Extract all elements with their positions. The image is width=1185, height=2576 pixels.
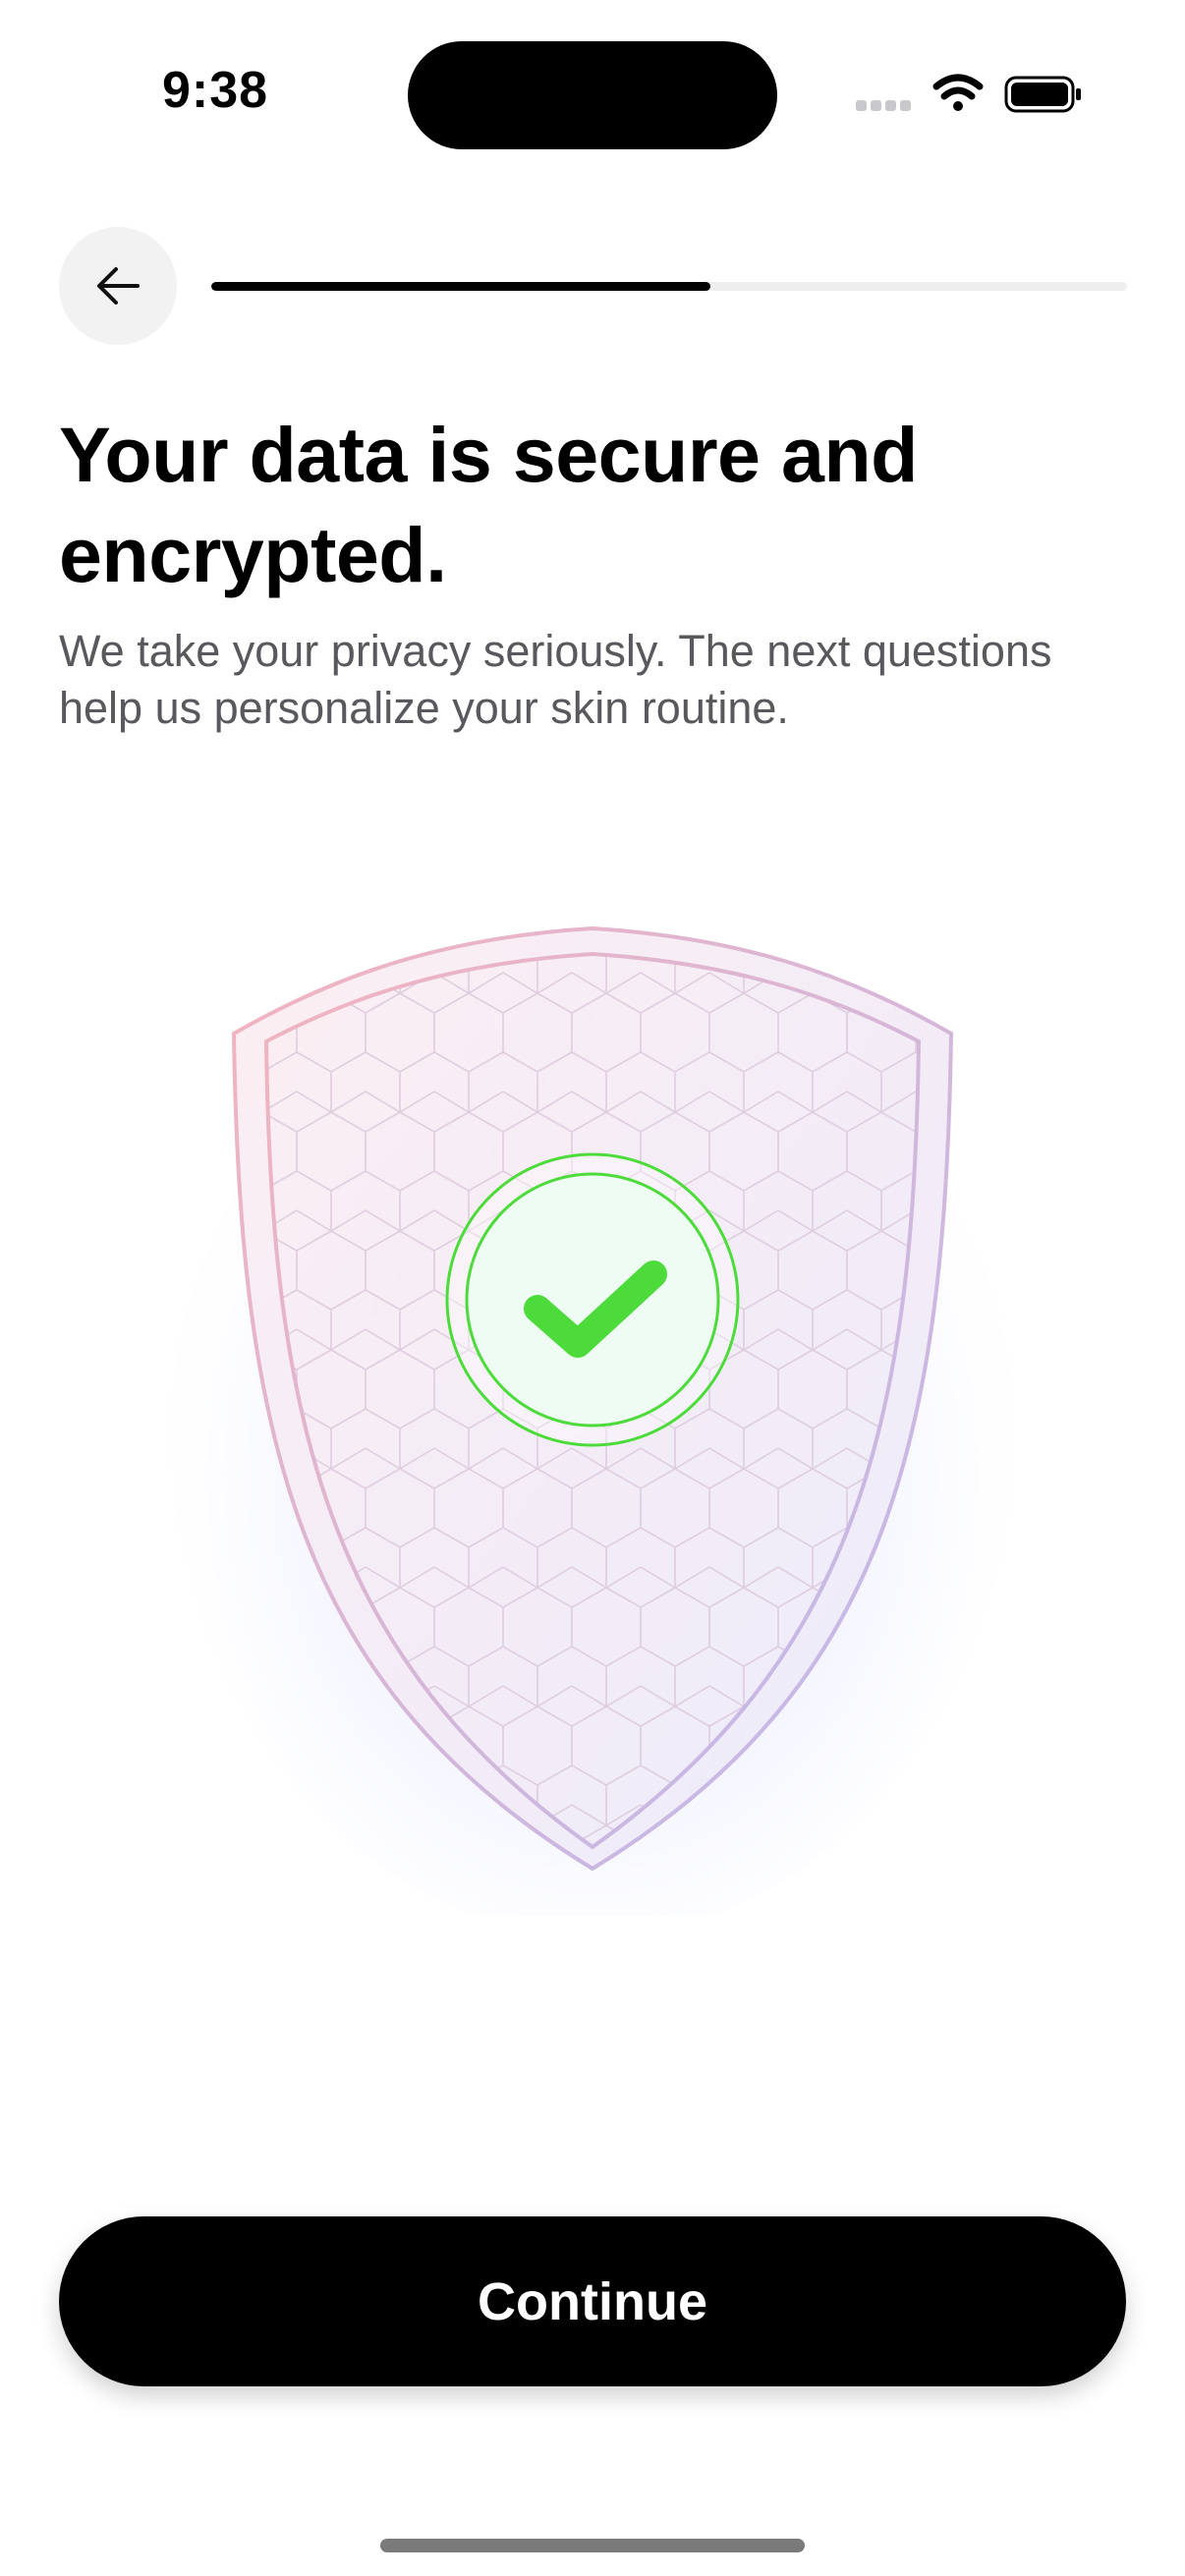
arrow-left-icon	[97, 267, 140, 305]
page-title: Your data is secure and encrypted.	[59, 411, 918, 598]
continue-button[interactable]: Continue	[59, 2216, 1126, 2386]
secure-shield-illustration	[167, 874, 1018, 1916]
home-indicator[interactable]	[380, 2539, 805, 2552]
status-time: 9:38	[162, 62, 269, 119]
back-button[interactable]	[59, 227, 177, 345]
wifi-icon	[932, 74, 984, 111]
battery-icon	[1004, 76, 1081, 113]
progress-fill	[211, 282, 710, 291]
page-subtitle: We take your privacy seriously. The next…	[59, 626, 1052, 733]
check-badge	[445, 1152, 740, 1447]
status-icons	[856, 71, 1082, 120]
onboarding-progress-bar	[211, 282, 1127, 291]
dynamic-island	[408, 41, 777, 149]
cellular-signal-icon	[856, 100, 911, 111]
